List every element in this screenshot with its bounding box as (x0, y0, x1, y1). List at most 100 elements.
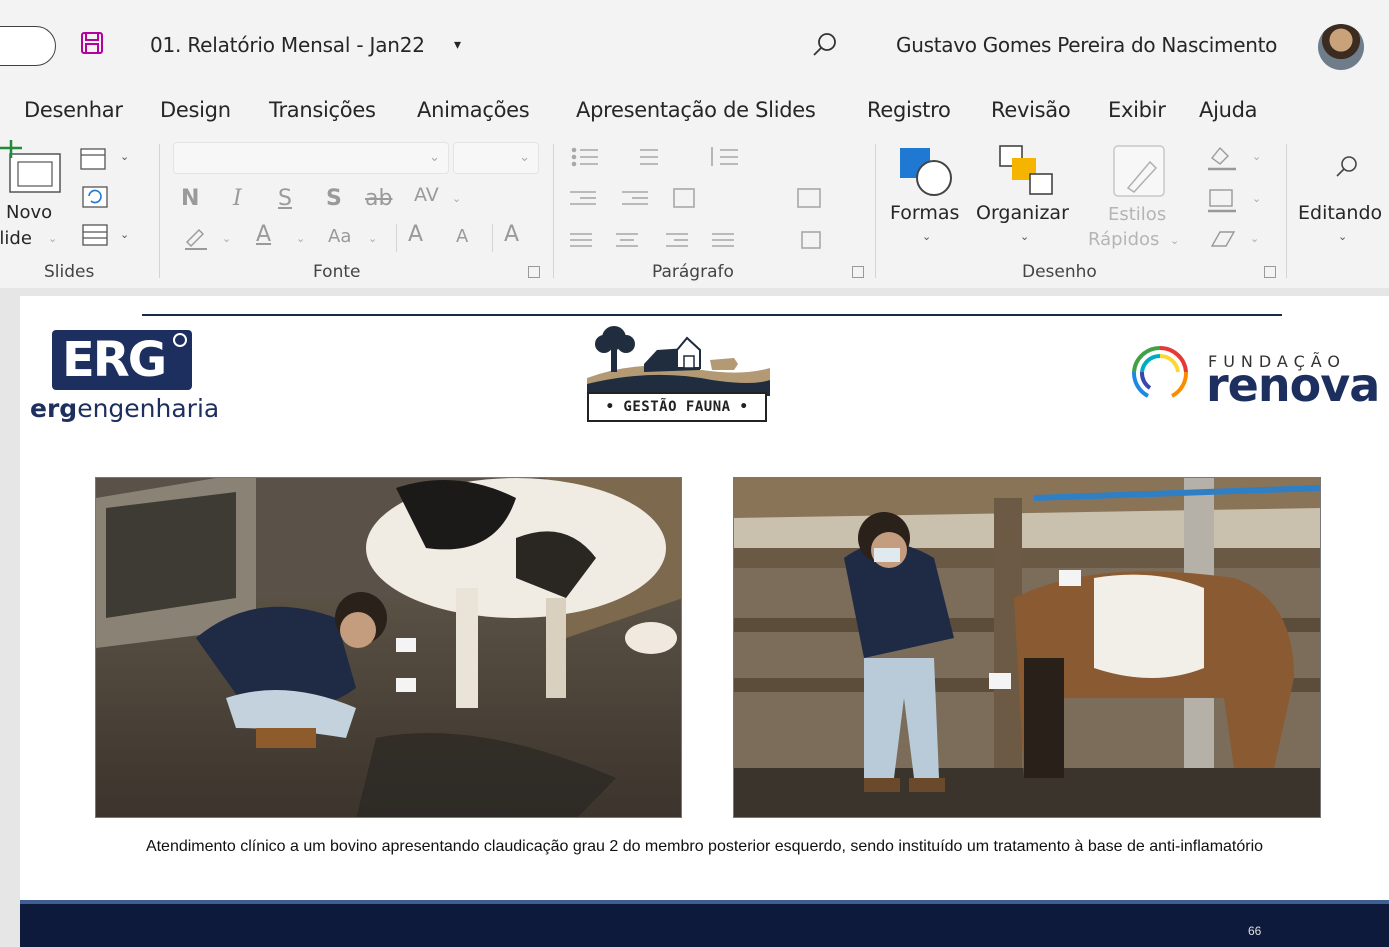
italic-button[interactable]: I (233, 186, 242, 211)
erg-logo: ERG ergengenharia (30, 330, 222, 423)
quick-styles-label-1[interactable]: Estilos (1108, 204, 1166, 225)
shapes-label[interactable]: Formas (890, 202, 959, 224)
chevron-down-icon[interactable]: ⌄ (922, 230, 931, 243)
group-divider (553, 144, 554, 278)
document-title[interactable]: 01. Relatório Mensal - Jan22 (150, 33, 425, 57)
chevron-down-icon[interactable]: ⌄ (1252, 192, 1261, 205)
autosave-toggle[interactable] (0, 26, 56, 66)
tab-apresentacao[interactable]: Apresentação de Slides (576, 98, 816, 122)
photo-right-image (734, 478, 1320, 817)
tab-desenhar[interactable]: Desenhar (24, 98, 123, 122)
bold-button[interactable]: N (181, 186, 199, 211)
chevron-down-icon[interactable]: ⌄ (1252, 150, 1261, 163)
divider (396, 224, 397, 252)
registered-icon (173, 333, 187, 347)
renova-emblem-icon (1132, 345, 1188, 398)
chevron-down-icon[interactable]: ⌄ (1250, 232, 1259, 245)
grow-font-button[interactable]: A (408, 222, 423, 247)
chevron-down-icon[interactable]: ⌄ (120, 228, 129, 241)
erg-logo-sub-bold: erg (30, 394, 78, 423)
photo-vet-examining-cow[interactable] (733, 477, 1321, 818)
font-size-select[interactable]: ⌄ (453, 142, 539, 174)
dialog-launcher-icon[interactable] (852, 266, 864, 278)
dialog-launcher-icon[interactable] (1264, 266, 1276, 278)
erg-logo-box: ERG (52, 330, 192, 390)
font-color-icon[interactable]: A (256, 222, 271, 247)
new-slide-label-2[interactable]: Slide (0, 228, 32, 249)
layout-icon[interactable] (80, 146, 112, 172)
highlight-icon[interactable] (181, 224, 211, 252)
shape-outline-icon[interactable] (1206, 186, 1238, 214)
quick-styles-icon[interactable] (1112, 144, 1170, 200)
underline-button[interactable]: S (278, 186, 292, 211)
chevron-down-icon[interactable]: ⌄ (120, 150, 129, 163)
tab-revisao[interactable]: Revisão (991, 98, 1071, 122)
divider (492, 224, 493, 252)
photo-left-image (96, 478, 681, 817)
chevron-down-icon: ⌄ (519, 149, 530, 164)
quick-styles-label-2[interactable]: Rápidos (1088, 229, 1159, 250)
reset-slide-icon[interactable] (80, 184, 112, 210)
shadow-button[interactable]: S (326, 186, 342, 211)
search-icon[interactable] (810, 30, 840, 60)
arrange-icon[interactable] (998, 144, 1058, 200)
chevron-down-icon[interactable]: ⌄ (1020, 230, 1029, 243)
tab-transicoes[interactable]: Transições (269, 98, 376, 122)
dialog-launcher-icon[interactable] (528, 266, 540, 278)
paragraph-tools (570, 147, 821, 249)
chevron-down-icon[interactable]: ▾ (454, 36, 461, 53)
chevron-down-icon[interactable]: ⌄ (1170, 234, 1179, 247)
shapes-icon[interactable] (898, 146, 956, 198)
section-icon[interactable] (80, 222, 112, 248)
strikethrough-button[interactable]: ab (365, 186, 392, 211)
change-case-button[interactable]: Aa (328, 226, 351, 247)
tab-registro[interactable]: Registro (867, 98, 951, 122)
photo-caption: Atendimento clínico a um bovino apresent… (145, 838, 1264, 855)
chevron-down-icon[interactable]: ⌄ (296, 232, 305, 245)
font-family-select[interactable]: ⌄ (173, 142, 449, 174)
photo-vet-examining-hoof[interactable] (95, 477, 682, 818)
shape-fill-icon[interactable] (1206, 144, 1238, 172)
tab-exibir[interactable]: Exibir (1108, 98, 1166, 122)
farm-icon (587, 326, 770, 396)
shape-effects-icon[interactable] (1206, 226, 1238, 252)
group-divider (159, 144, 160, 278)
gestao-fauna-label: • GESTÃO FAUNA • (587, 392, 767, 422)
group-label-slides: Slides (44, 262, 95, 282)
ribbon: Novo Slide ⌄ ⌄ ⌄ Slides ⌄ ⌄ N I S S ab A… (0, 134, 1389, 288)
user-name[interactable]: Gustavo Gomes Pereira do Nascimento (896, 33, 1277, 57)
chevron-down-icon[interactable]: ⌄ (1338, 230, 1347, 243)
arrange-label[interactable]: Organizar (976, 202, 1069, 224)
chevron-down-icon[interactable]: ⌄ (48, 232, 57, 245)
editing-label[interactable]: Editando (1298, 202, 1382, 224)
erg-logo-text: ERG (62, 332, 167, 388)
chevron-down-icon: ⌄ (429, 149, 440, 164)
tab-animacoes[interactable]: Animações (417, 98, 530, 122)
shrink-font-button[interactable]: A (456, 226, 468, 247)
save-icon[interactable] (80, 31, 104, 55)
group-label-paragraph: Parágrafo (652, 262, 734, 282)
slide[interactable]: ERG ergengenharia • GESTÃO FAUNA • FUNDA… (20, 296, 1389, 947)
chevron-down-icon[interactable]: ⌄ (368, 232, 377, 245)
group-divider (1286, 144, 1287, 278)
chevron-down-icon[interactable]: ⌄ (222, 232, 231, 245)
group-divider (875, 144, 876, 278)
tab-design[interactable]: Design (160, 98, 231, 122)
character-spacing-button[interactable]: AV (414, 184, 439, 206)
renova-name-text: renova (1206, 358, 1380, 412)
clear-formatting-icon[interactable]: A (504, 222, 519, 247)
gestao-fauna-logo: • GESTÃO FAUNA • (582, 322, 772, 430)
search-icon[interactable] (1334, 154, 1360, 180)
group-label-drawing: Desenho (1022, 262, 1097, 282)
new-slide-label-1[interactable]: Novo (6, 202, 52, 223)
fundacao-renova-logo: FUNDAÇÃO renova (1120, 336, 1389, 416)
slide-footer: 66 (20, 900, 1389, 947)
ribbon-tabs: Desenhar Design Transições Animações Apr… (0, 92, 1389, 132)
avatar[interactable] (1318, 24, 1364, 70)
new-slide-icon[interactable] (0, 140, 62, 196)
page-number: 66 (1248, 924, 1262, 938)
erg-logo-subtitle: ergengenharia (30, 394, 219, 423)
tab-ajuda[interactable]: Ajuda (1199, 98, 1258, 122)
chevron-down-icon[interactable]: ⌄ (452, 192, 461, 205)
erg-logo-sub-rest: engenharia (77, 394, 220, 423)
